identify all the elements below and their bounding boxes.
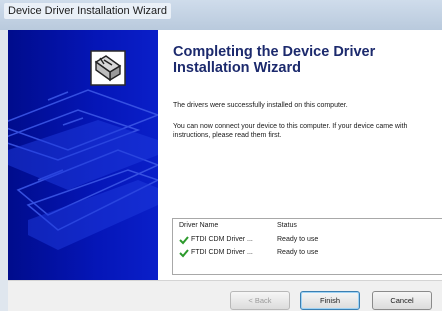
driver-status-table: Driver Name Status FTDI CDM Driver ... R… [172,218,442,275]
title-bar: Device Driver Installation Wizard [0,0,442,30]
green-check-icon [179,249,189,258]
table-row[interactable]: FTDI CDM Driver ... Ready to use [177,234,442,246]
wizard-heading: Completing the Device Driver Installatio… [173,44,376,76]
driver-status: Ready to use [277,236,319,243]
instructions-message: You can now connect your device to this … [173,123,408,139]
sidebar-decoration [8,89,158,250]
success-message: The drivers were successfully installed … [173,102,348,109]
back-button[interactable]: < Back [230,291,290,310]
column-header-driver-name: Driver Name [179,222,219,229]
window-title: Device Driver Installation Wizard [4,3,171,19]
column-header-status: Status [277,222,297,229]
cancel-button[interactable]: Cancel [372,291,432,310]
wizard-sidebar-banner [8,30,158,280]
finish-button[interactable]: Finish [300,291,360,310]
driver-name: FTDI CDM Driver ... [191,249,253,256]
wizard-footer: < Back Finish Cancel [8,280,442,311]
driver-name: FTDI CDM Driver ... [191,236,253,243]
driver-status: Ready to use [277,249,319,256]
wizard-window: Completing the Device Driver Installatio… [8,30,442,311]
device-installer-logo-icon [90,50,126,86]
table-row[interactable]: FTDI CDM Driver ... Ready to use [177,247,442,259]
green-check-icon [179,236,189,245]
